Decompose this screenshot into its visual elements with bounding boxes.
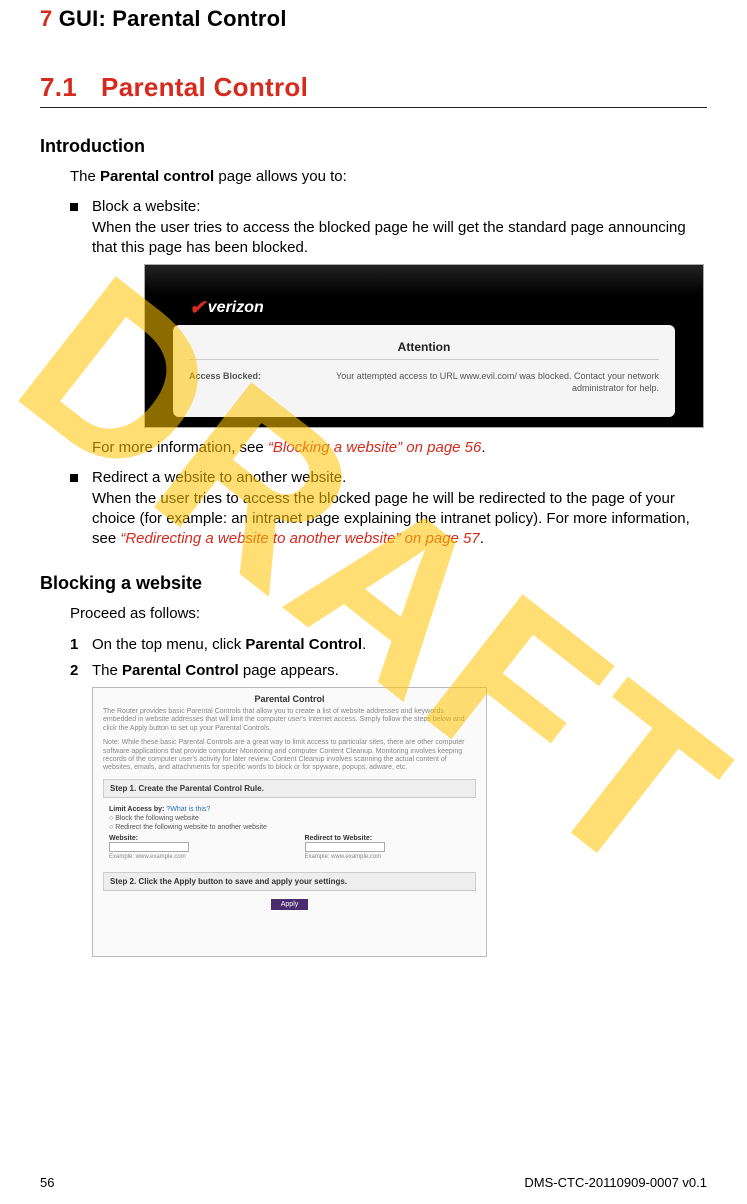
intro-heading: Introduction xyxy=(40,136,707,157)
bullet-title: Block a website: xyxy=(92,198,200,215)
bullet-body-post: . xyxy=(480,530,484,547)
pc-col-website: Website: Example: www.example.com xyxy=(109,835,275,860)
step-pre: On the top menu, click xyxy=(92,636,245,653)
verizon-attention: Attention xyxy=(189,333,659,360)
blocked-page-screenshot: ✔verizon Attention Access Blocked: Your … xyxy=(144,264,707,428)
pc-help-link[interactable]: What is this? xyxy=(170,806,210,813)
bullet-redirect-website: Redirect a website to another website. W… xyxy=(70,468,707,549)
chapter-header: 7 GUI: Parental Control xyxy=(40,0,707,32)
verizon-panel: Attention Access Blocked: Your attempted… xyxy=(173,325,675,417)
bullet-body-link[interactable]: “Redirecting a website to another websit… xyxy=(120,530,479,547)
verizon-row-label: Access Blocked: xyxy=(189,370,309,394)
pc-radio-block[interactable]: ○ Block the following website xyxy=(109,815,470,822)
pc-website-label: Website: xyxy=(109,835,275,842)
pc-form: Limit Access by: ?What is this? ○ Block … xyxy=(103,804,476,866)
step-1: 1 On the top menu, click Parental Contro… xyxy=(70,635,707,655)
verizon-logo-text: verizon xyxy=(208,299,264,316)
page-footer: 56 DMS-CTC-20110909-0007 v0.1 xyxy=(40,1175,707,1190)
verizon-block: ✔verizon Attention Access Blocked: Your … xyxy=(144,264,704,428)
pc-website-example: Example: www.example.com xyxy=(109,854,275,860)
pc-limit-label: Limit Access by: xyxy=(109,806,164,813)
parental-control-screenshot: Parental Control The Router provides bas… xyxy=(92,687,487,957)
verizon-top-bar xyxy=(145,265,703,295)
pc-columns: Website: Example: www.example.com Redire… xyxy=(109,835,470,860)
pc-col-redirect: Redirect to Website: Example: www.exampl… xyxy=(305,835,471,860)
pc-redirect-input[interactable] xyxy=(305,842,385,852)
intro-lead-post: page allows you to: xyxy=(214,168,347,185)
section-number: 7.1 xyxy=(40,72,77,103)
step-2: 2 The Parental Control page appears. xyxy=(70,661,707,681)
step-bold: Parental Control xyxy=(122,662,239,679)
bullet-title: Redirect a website to another website. xyxy=(92,469,346,486)
pc-radio-block-label: Block the following website xyxy=(115,815,199,822)
bullet-after-link[interactable]: “Blocking a website” on page 56 xyxy=(268,439,481,456)
bullet-body: When the user tries to access the blocke… xyxy=(92,219,686,256)
section-heading: 7.1 Parental Control xyxy=(40,72,707,108)
pc-para2: Note: While these basic Parental Control… xyxy=(103,739,476,773)
step-bold: Parental Control xyxy=(245,636,362,653)
step-num: 1 xyxy=(70,635,78,655)
step-post: page appears. xyxy=(239,662,339,679)
pc-para1: The Router provides basic Parental Contr… xyxy=(103,708,476,733)
pc-radio-redirect-label: Redirect the following website to anothe… xyxy=(115,824,267,831)
pc-apply-button[interactable]: Apply xyxy=(271,899,309,910)
verizon-check-icon: ✔ xyxy=(189,297,206,319)
pc-radio-redirect[interactable]: ○ Redirect the following website to anot… xyxy=(109,824,470,831)
intro-lead: The Parental control page allows you to: xyxy=(70,167,707,187)
pc-title: Parental Control xyxy=(103,694,476,704)
blocking-heading: Blocking a website xyxy=(40,573,707,594)
blocking-proceed: Proceed as follows: xyxy=(70,604,707,624)
pc-redirect-example: Example: www.example.com xyxy=(305,854,471,860)
pc-redirect-label: Redirect to Website: xyxy=(305,835,471,842)
intro-bullets: Block a website: When the user tries to … xyxy=(70,197,707,549)
chapter-number: 7 xyxy=(40,6,52,31)
step-num: 2 xyxy=(70,661,78,681)
page: DRAFT 7 GUI: Parental Control 7.1Parenta… xyxy=(0,0,747,1204)
verizon-row: Access Blocked: Your attempted access to… xyxy=(189,360,659,394)
section-title: Parental Control xyxy=(101,72,308,102)
verizon-logo: ✔verizon xyxy=(189,293,264,320)
bullet-after-post: . xyxy=(481,439,485,456)
intro-lead-pre: The xyxy=(70,168,100,185)
pc-step1: Step 1. Create the Parental Control Rule… xyxy=(103,779,476,798)
step-pre: The xyxy=(92,662,122,679)
chapter-title: GUI: Parental Control xyxy=(52,6,286,31)
intro-lead-bold: Parental control xyxy=(100,168,214,185)
step-post: . xyxy=(362,636,366,653)
doc-id: DMS-CTC-20110909-0007 v0.1 xyxy=(524,1175,707,1190)
pc-website-input[interactable] xyxy=(109,842,189,852)
verizon-row-text: Your attempted access to URL www.evil.co… xyxy=(309,370,659,394)
bullet-after-pre: For more information, see xyxy=(92,439,268,456)
blocking-steps: 1 On the top menu, click Parental Contro… xyxy=(70,635,707,682)
bullet-block-website: Block a website: When the user tries to … xyxy=(70,197,707,458)
page-number: 56 xyxy=(40,1175,54,1190)
pc-step2: Step 2. Click the Apply button to save a… xyxy=(103,872,476,891)
